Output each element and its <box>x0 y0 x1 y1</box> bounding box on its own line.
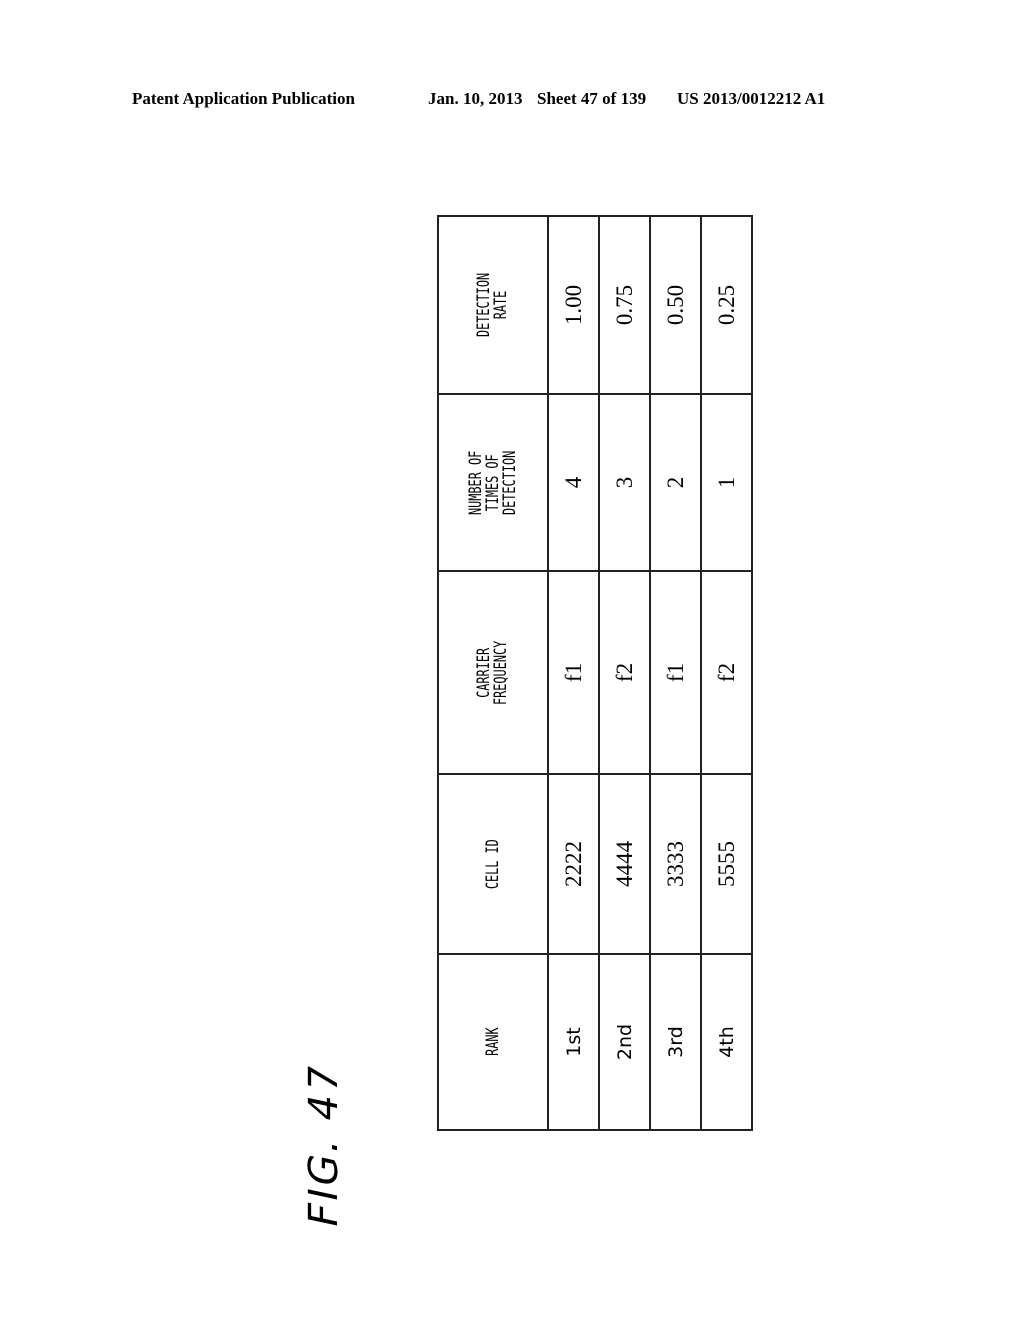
publication-number: US 2013/0012212 A1 <box>677 89 826 108</box>
cell-rank: 2nd <box>599 954 650 1130</box>
cell-carrier-frequency: f2 <box>599 571 650 774</box>
cell-carrier-frequency: f2 <box>701 571 752 774</box>
table-row: 1st 2222 f1 4 1.00 <box>548 216 599 1130</box>
header-detection-rate: DETECTION RATE <box>438 229 548 381</box>
cell-times: 4 <box>548 394 599 571</box>
header-rank: RANK <box>438 967 548 1117</box>
header-number-of-times-of-detection: NUMBER OF TIMES OF DETECTION <box>438 407 548 558</box>
publication-title: Patent Application Publication <box>132 89 355 108</box>
cell-carrier-frequency: f1 <box>548 571 599 774</box>
page-header: Patent Application Publication Jan. 10, … <box>132 89 892 113</box>
publication-date: Jan. 10, 2013 <box>428 89 523 108</box>
cell-cell-id: 5555 <box>701 774 752 954</box>
cell-times: 3 <box>599 394 650 571</box>
sheet-number: Sheet 47 of 139 <box>537 89 647 108</box>
cell-times: 2 <box>650 394 701 571</box>
cell-rank: 4th <box>701 954 752 1130</box>
table-row: 2nd 4444 f2 3 0.75 <box>599 216 650 1130</box>
cell-rank: 1st <box>548 954 599 1130</box>
header-line: FREQUENCY <box>491 640 511 705</box>
cell-cell-id: 4444 <box>599 774 650 954</box>
cell-rate: 1.00 <box>548 216 599 394</box>
header-line: RATE <box>491 290 511 320</box>
cell-rate: 0.50 <box>650 216 701 394</box>
figure-label-text: FIG. 47 <box>301 1058 347 1232</box>
header-line: RANK <box>482 1027 503 1057</box>
header-line: CELL ID <box>482 839 503 889</box>
cell-rate: 0.25 <box>701 216 752 394</box>
table-row: 3rd 3333 f1 2 0.50 <box>650 216 701 1130</box>
header-cell-id: CELL ID <box>438 787 548 941</box>
detection-table: RANK CELL ID CARRIER FREQUENCY NUMBER OF T… <box>437 215 753 1131</box>
figure-label: FIG. 47 <box>294 1059 354 1232</box>
cell-cell-id: 2222 <box>548 774 599 954</box>
table-row: 4th 5555 f2 1 0.25 <box>701 216 752 1130</box>
header-carrier-frequency: CARRIER FREQUENCY <box>438 586 548 759</box>
header-line: DETECTION <box>499 450 520 515</box>
cell-cell-id: 3333 <box>650 774 701 954</box>
table-header-row: RANK CELL ID CARRIER FREQUENCY NUMBER OF T… <box>438 216 548 1130</box>
cell-rate: 0.75 <box>599 216 650 394</box>
cell-rank: 3rd <box>650 954 701 1130</box>
cell-carrier-frequency: f1 <box>650 571 701 774</box>
detection-table-wrapper: RANK CELL ID CARRIER FREQUENCY NUMBER OF T… <box>437 215 753 1131</box>
cell-times: 1 <box>701 394 752 571</box>
